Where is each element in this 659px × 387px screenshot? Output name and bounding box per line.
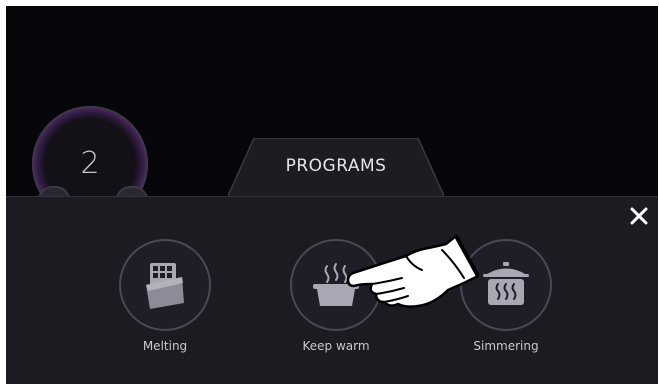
program-keep-warm-label: Keep warm xyxy=(302,339,370,353)
simmering-pot-icon xyxy=(483,262,529,305)
program-melting-label: Melting xyxy=(142,339,188,353)
chocolate-icon xyxy=(146,263,184,309)
pointing-hand-icon xyxy=(346,234,480,308)
program-melting[interactable]: Melting xyxy=(117,239,213,353)
program-simmering-label: Simmering xyxy=(473,339,539,353)
programs-panel: Melting Keep warm Simmering xyxy=(6,196,658,384)
close-icon[interactable] xyxy=(626,203,652,229)
power-level-value: 2 xyxy=(80,146,100,181)
cooktop-screen: 2 PROGRAMS Melting Keep warm Simmering xyxy=(6,6,658,384)
program-melting-circle[interactable] xyxy=(119,239,211,331)
programs-tab-label: PROGRAMS xyxy=(285,156,387,176)
